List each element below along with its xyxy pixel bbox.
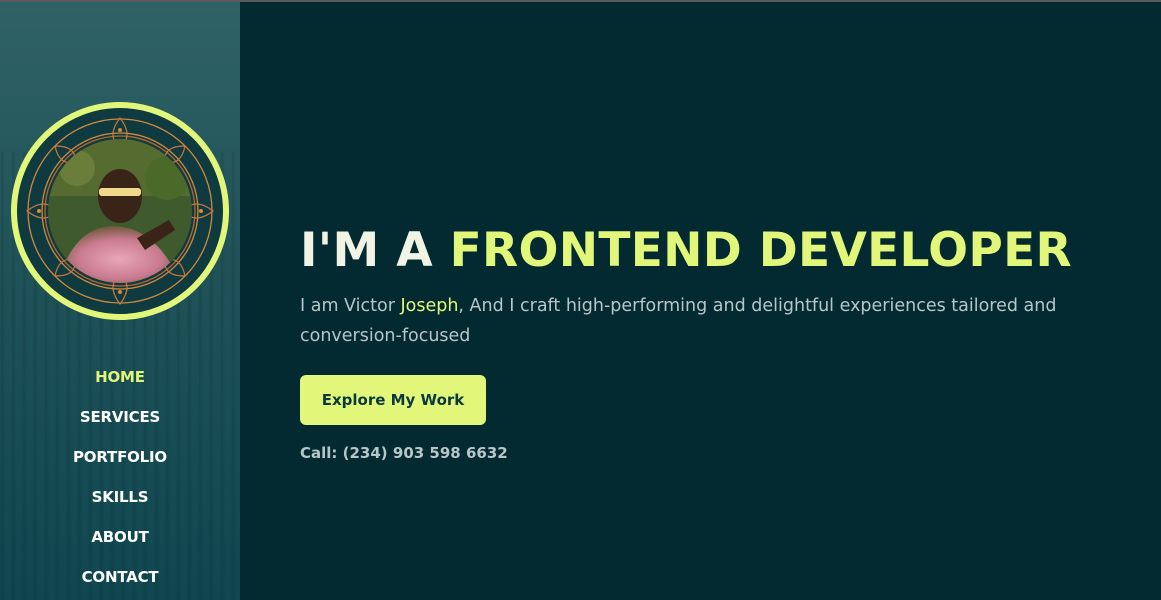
profile-photo-icon (26, 117, 214, 305)
call-phone-number[interactable]: Call: (234) 903 598 6632 (300, 444, 508, 462)
hero-intro-name: Joseph (400, 296, 459, 316)
nav-item-services[interactable]: SERVICES (0, 397, 240, 437)
hero-intro: I am Victor Joseph, And I craft high-per… (300, 291, 1100, 351)
hero-title: I'M A FRONTEND DEVELOPER (300, 222, 1120, 280)
hero-section: I'M A FRONTEND DEVELOPER I am Victor Jos… (300, 222, 1120, 351)
hero-title-accent: FRONTEND DEVELOPER (449, 223, 1072, 278)
hero-intro-prefix: I am Victor (300, 296, 401, 316)
nav-item-skills[interactable]: SKILLS (0, 477, 240, 517)
explore-work-button[interactable]: Explore My Work (300, 375, 486, 425)
sidebar-nav: HOME SERVICES PORTFOLIO SKILLS ABOUT CON… (0, 357, 240, 597)
avatar (11, 102, 229, 320)
sidebar: HOME SERVICES PORTFOLIO SKILLS ABOUT CON… (0, 2, 240, 600)
nav-item-portfolio[interactable]: PORTFOLIO (0, 437, 240, 477)
nav-item-home[interactable]: HOME (0, 357, 240, 397)
nav-item-contact[interactable]: CONTACT (0, 557, 240, 597)
hero-title-prefix: I'M A (300, 223, 450, 278)
nav-item-about[interactable]: ABOUT (0, 517, 240, 557)
